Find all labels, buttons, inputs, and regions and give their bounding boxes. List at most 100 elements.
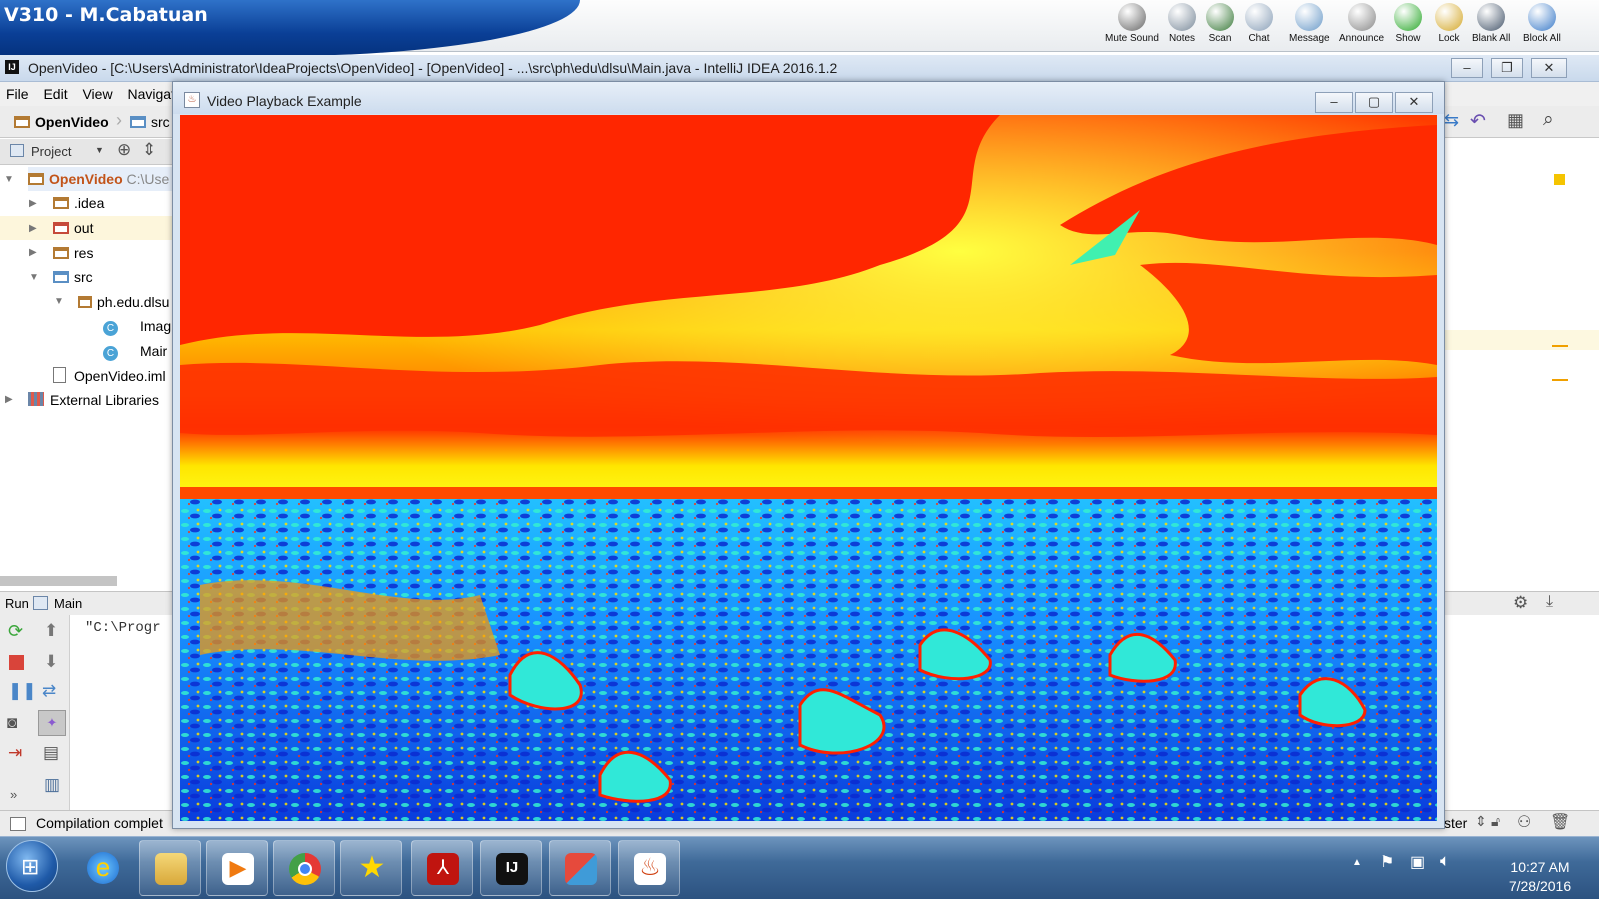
tree-item-package[interactable]: ph.edu.dlsu [78,290,169,314]
taskbar-media[interactable]: ▶ [206,840,268,896]
taskbar-ie[interactable]: e [72,840,134,896]
tree-item-class1[interactable]: C Imag [103,314,171,338]
search-icon[interactable]: ⌕ [1543,109,1554,131]
toggle-toolwindows-icon[interactable] [10,817,26,831]
soft-wrap-icon[interactable]: ⇄ [42,681,56,701]
action-center-icon[interactable]: ⚑ [1380,852,1394,872]
taskbar-explorer[interactable] [139,840,201,896]
more-icon[interactable]: » [10,787,17,802]
video-minimize-button[interactable]: – [1315,92,1353,113]
event-log-icon[interactable]: 🗑︎ [1550,812,1570,832]
expand-arrow-icon[interactable]: ▶ [29,247,37,258]
video-frame[interactable] [180,115,1437,821]
pause-icon[interactable]: ❚❚ [8,681,37,701]
tree-item-res[interactable]: res [53,241,93,265]
root-path: C:\Use [126,171,170,187]
taskbar-clock[interactable]: 10:27 AM 7/28/2016 [1490,858,1590,896]
toolbar-button-mute-sound[interactable]: Mute Sound [1105,3,1159,51]
vcs-branch-label[interactable]: ster [1444,815,1467,831]
network-icon[interactable]: ▣ [1410,852,1425,872]
start-button[interactable]: ⊞ [6,840,58,892]
undo-icon[interactable]: ↶ [1470,110,1486,133]
toolbar-button-message[interactable]: Message [1289,3,1330,51]
expand-arrow-icon[interactable]: ▶ [5,394,13,405]
menu-navigate[interactable]: Navigat [127,86,174,102]
camera-icon[interactable]: ◙ [7,713,17,733]
collapse-all-icon[interactable]: ⇕ [142,140,156,160]
settings-gear-icon[interactable]: ⚙ [1513,593,1528,613]
tree-item-idea[interactable]: .idea [53,191,104,215]
expand-arrow-icon[interactable]: ▼ [54,296,64,307]
hide-panel-icon[interactable]: ⤓ [1546,593,1553,611]
toolbar-button-notes[interactable]: Notes [1168,3,1196,51]
tree-item-class2[interactable]: C Mair [103,339,167,363]
ide-close-button[interactable]: ✕ [1531,58,1567,78]
video-window-title: Video Playback Example [173,82,1444,114]
volume-icon[interactable]: 🔈︎ [1440,851,1450,871]
menu-file[interactable]: File [6,86,29,102]
structure-icon[interactable]: ▦ [1507,110,1524,131]
globe-icon [1527,3,1556,31]
video-maximize-button[interactable]: ▢ [1355,92,1393,113]
dropdown-arrow-icon[interactable]: ▼ [95,145,104,155]
video-playback-window[interactable]: Video Playback Example ♨ – ▢ ✕ [172,81,1445,829]
tree-item-root[interactable]: OpenVideo C:\Use [28,167,176,191]
exit-icon[interactable]: ⇥ [8,743,22,763]
project-icon [10,144,24,157]
announce-icon [1347,3,1376,31]
expand-arrow-icon[interactable]: ▼ [4,174,14,185]
show-hidden-icons[interactable]: ▲ [1352,857,1362,868]
run-config-label[interactable]: Main [54,596,82,611]
taskbar-intellij[interactable]: IJ [480,840,542,896]
inspector-icon[interactable]: ⚇ [1517,812,1531,832]
toolbar-button-block-all[interactable]: Block All [1523,3,1561,51]
breadcrumb-src[interactable]: src [151,114,170,130]
trash-icon[interactable]: ▥ [44,775,60,795]
lock-status-icon[interactable]: 🔓︎ [1491,813,1500,830]
video-close-button[interactable]: ✕ [1395,92,1433,113]
rerun-icon[interactable]: ⟳ [8,621,23,642]
toolbar-button-lock[interactable]: Lock [1435,3,1463,51]
taskbar-app[interactable] [549,840,611,896]
src-label: src [74,269,93,285]
horizontal-scrollbar[interactable] [0,576,117,586]
breadcrumb-project[interactable]: OpenVideo [35,114,109,130]
toolbar-button-scan[interactable]: Scan [1206,3,1234,51]
ide-minimize-button[interactable]: – [1451,58,1483,78]
status-arrow-icon: ⇕ [1475,813,1487,829]
stop-icon[interactable] [9,655,24,670]
tree-item-libraries[interactable]: External Libraries [28,388,159,412]
error-stripe-mark[interactable] [1552,345,1568,347]
module-folder-icon [28,173,44,185]
down-arrow-icon[interactable]: ⬇ [44,652,58,672]
expand-arrow-icon[interactable]: ▼ [29,272,39,283]
toolbar-button-blank-all[interactable]: Blank All [1472,3,1510,51]
run-tab-label[interactable]: Run [5,596,29,611]
editor-area[interactable] [1438,139,1599,591]
taskbar-java[interactable]: ♨ [618,840,680,896]
expand-arrow-icon[interactable]: ▶ [29,198,37,209]
menu-view[interactable]: View [82,86,112,102]
toolbar-button-announce[interactable]: Announce [1339,3,1384,51]
print-icon[interactable]: ▤ [43,743,59,763]
menu-edit[interactable]: Edit [43,86,67,102]
scroll-to-end-icon[interactable]: ✦ [38,710,66,736]
taskbar-star-app[interactable]: ★ [340,840,402,896]
libraries-label: External Libraries [50,392,159,408]
project-view-dropdown[interactable]: Project [31,144,71,159]
tree-item-out[interactable]: out [53,216,93,240]
toolbar-button-chat[interactable]: Chat [1245,3,1273,51]
taskbar-chrome[interactable] [273,840,335,896]
tree-item-src[interactable]: src [53,265,93,289]
up-arrow-icon[interactable]: ⬆ [44,621,58,641]
tree-item-iml[interactable]: OpenVideo.iml [53,364,166,388]
error-stripe-mark[interactable] [1552,379,1568,381]
scroll-from-source-icon[interactable]: ⊕ [117,140,131,160]
warning-marker-icon[interactable] [1554,174,1565,185]
toolbar-button-show[interactable]: Show [1394,3,1422,51]
expand-arrow-icon[interactable]: ▶ [29,223,37,234]
sync-icon[interactable]: ⇆ [1444,110,1459,131]
java-app-icon: ♨ [184,92,200,108]
ide-restore-button[interactable]: ❐ [1491,58,1523,78]
taskbar-acrobat[interactable]: ⅄ [411,840,473,896]
